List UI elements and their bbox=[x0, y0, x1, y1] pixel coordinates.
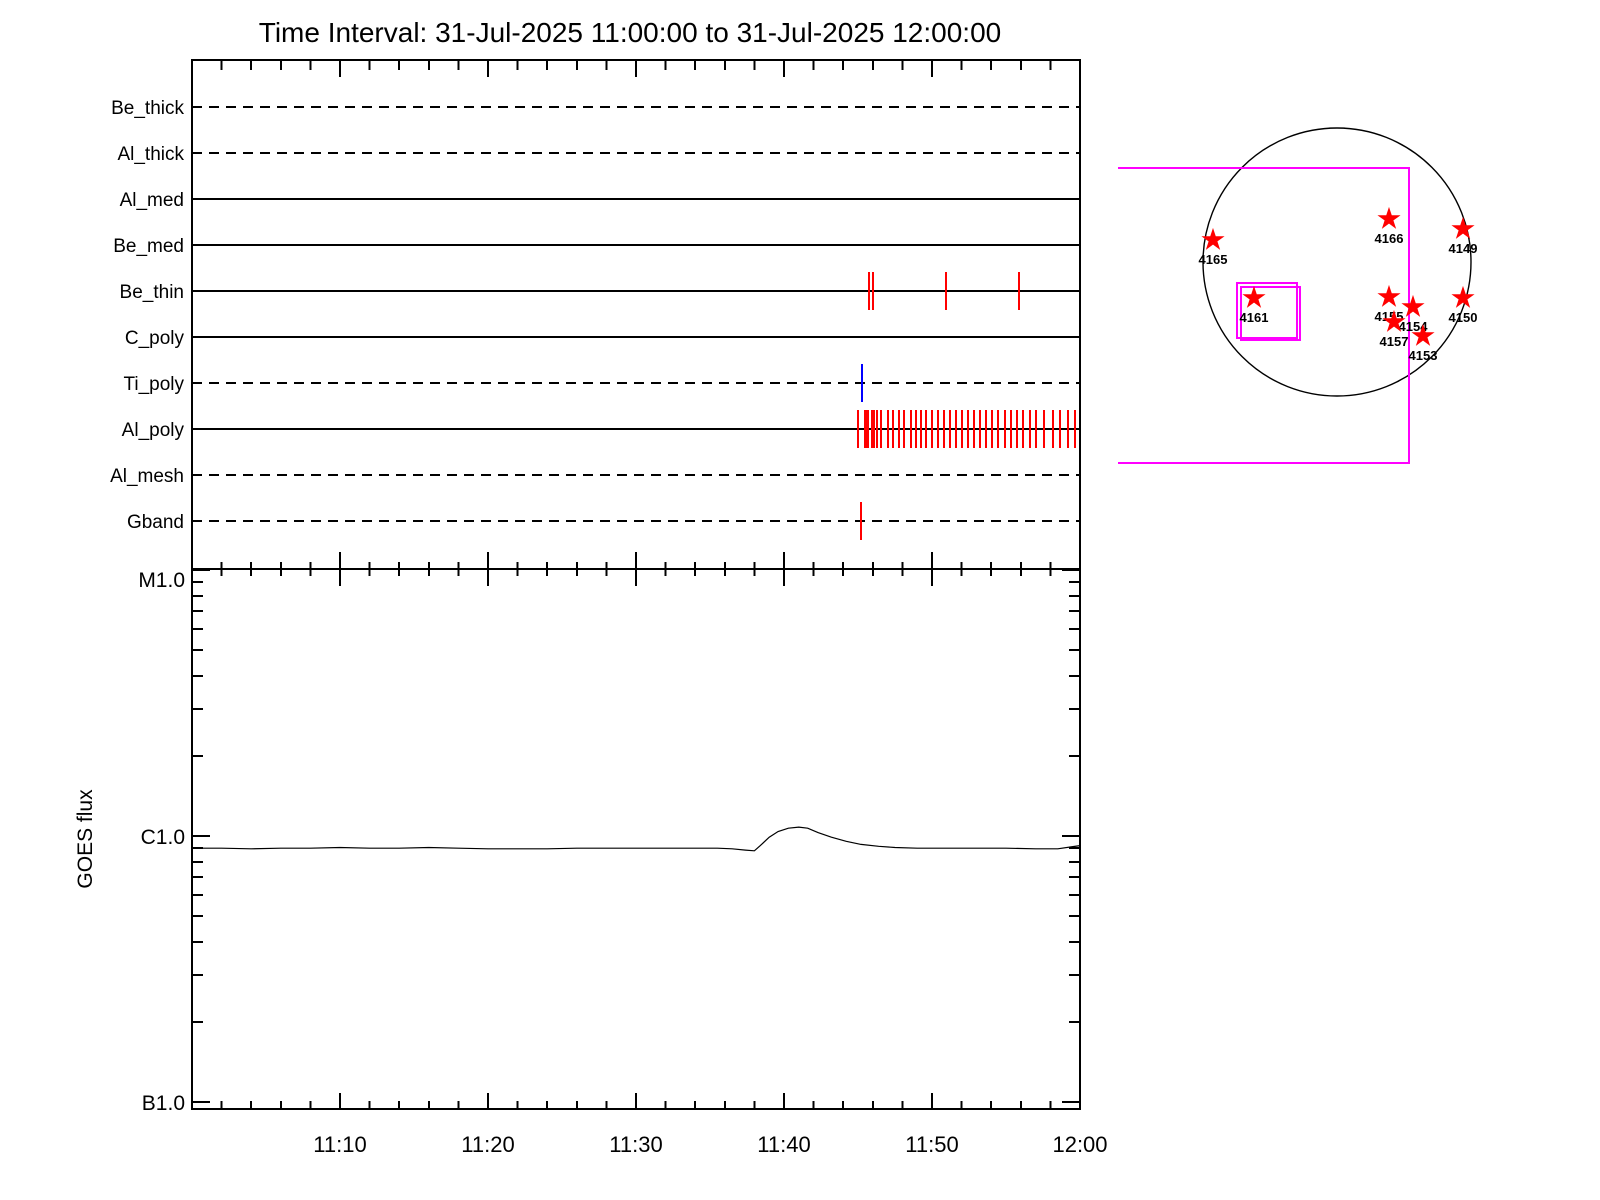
goes-y-label-M1.0: M1.0 bbox=[138, 569, 185, 592]
active-region-star-4155 bbox=[1377, 284, 1401, 307]
active-region-label-4166: 4166 bbox=[1375, 231, 1404, 246]
active-region-label-4157: 4157 bbox=[1380, 334, 1409, 349]
filter-label-Al_med: Al_med bbox=[120, 190, 184, 211]
goes-flux-curve bbox=[192, 826, 1081, 852]
active-region-label-4149: 4149 bbox=[1449, 241, 1478, 256]
active-region-star-4166 bbox=[1377, 206, 1401, 229]
goes-flux-panel: M1.0 C1.0 B1.0 11:10 11:20 11:30 11:40 11:50 12:… bbox=[74, 568, 1108, 1157]
observation-plot: Time Interval: 31-Jul-2025 11:00:00 to 3… bbox=[74, 17, 1478, 1157]
active-region-label-4165: 4165 bbox=[1199, 252, 1228, 267]
goes-border bbox=[191, 568, 1081, 1110]
filter-label-Al_mesh: Al_mesh bbox=[110, 466, 184, 487]
filter-timeline-panel: Be_thick Al_thick Al_med Be_med Be_thin C_pol… bbox=[110, 59, 1081, 586]
filter-label-Be_thin: Be_thin bbox=[120, 282, 184, 303]
active-region-label-4153: 4153 bbox=[1409, 348, 1438, 363]
goes-y-label-B1.0: B1.0 bbox=[142, 1092, 185, 1115]
filter-label-Al_thick: Al_thick bbox=[117, 144, 184, 165]
active-region-star-4161 bbox=[1242, 285, 1266, 308]
active-region-star-4149 bbox=[1451, 216, 1475, 239]
filter-label-Gband: Gband bbox=[127, 512, 184, 533]
filter-label-Ti_poly: Ti_poly bbox=[123, 374, 184, 395]
active-region-star-4154 bbox=[1401, 294, 1425, 317]
filter-label-Be_thick: Be_thick bbox=[111, 98, 184, 119]
goes-x-label-11:30: 11:30 bbox=[609, 1132, 662, 1157]
goes-x-label-11:40: 11:40 bbox=[757, 1132, 810, 1157]
goes-y-axis-title: GOES flux bbox=[74, 789, 97, 889]
solar-disk-panel: 4165416641494161 41554154415041574153 bbox=[1118, 127, 1478, 464]
active-region-label-4150: 4150 bbox=[1449, 310, 1478, 325]
active-region-label-4161: 4161 bbox=[1240, 310, 1269, 325]
page-title: Time Interval: 31-Jul-2025 11:00:00 to 3… bbox=[259, 17, 1001, 48]
plot-canvas: Time Interval: 31-Jul-2025 11:00:00 to 3… bbox=[0, 0, 1600, 1200]
goes-x-label-11:50: 11:50 bbox=[905, 1132, 958, 1157]
goes-x-label-11:20: 11:20 bbox=[461, 1132, 514, 1157]
goes-x-label-11:10: 11:10 bbox=[313, 1132, 366, 1157]
timeline-border bbox=[191, 59, 1081, 570]
filter-label-C_poly: C_poly bbox=[125, 328, 185, 349]
filter-label-Be_med: Be_med bbox=[113, 236, 184, 257]
goes-y-label-C1.0: C1.0 bbox=[141, 826, 185, 849]
active-region-star-4150 bbox=[1451, 285, 1475, 308]
goes-x-label-12:00: 12:00 bbox=[1052, 1132, 1107, 1157]
filter-label-Al_poly: Al_poly bbox=[122, 420, 185, 441]
